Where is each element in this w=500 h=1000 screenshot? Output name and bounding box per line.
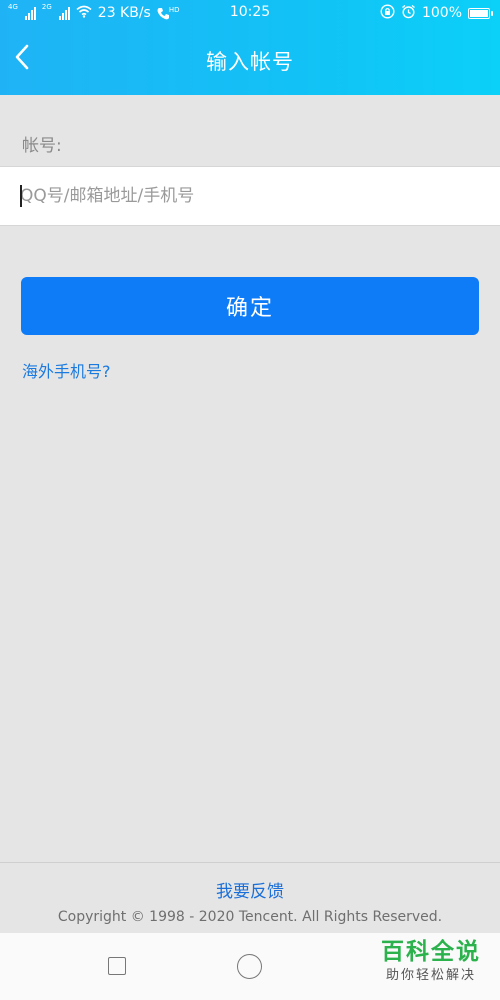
feedback-link[interactable]: 我要反馈 [0,877,500,902]
battery-level-fill [470,9,488,17]
status-right: 100% [380,3,493,23]
account-input[interactable] [20,167,480,225]
watermark-subtitle: 助你轻松解决 [385,968,476,983]
footer-divider [0,862,500,863]
recent-apps-icon[interactable] [108,957,126,975]
home-icon[interactable] [237,954,262,979]
alarm-clock-icon [401,4,416,23]
watermark-title: 百科全说 [381,939,481,965]
overseas-phone-link[interactable]: 海外手机号? [22,358,111,382]
status-bar: 4G 2G 23 KB/s HD 10:25 100% [0,0,500,26]
app-header: 4G 2G 23 KB/s HD 10:25 100% 输入帐号 [0,0,500,95]
account-input-row [0,166,500,226]
battery-percent: 100% [421,5,462,21]
account-label: 帐号: [22,136,62,156]
login-screen: 4G 2G 23 KB/s HD 10:25 100% 输入帐号 帐号: QQ号… [0,0,500,1000]
page-title: 输入帐号 [206,50,294,74]
copyright-text: Copyright © 1998 - 2020 Tencent. All Rig… [57,909,443,925]
navigation-bar: 输入帐号 [0,26,500,95]
rotation-lock-icon [380,3,395,23]
confirm-button[interactable]: 确定 [21,277,479,335]
battery-icon [468,7,493,19]
text-caret [20,185,22,207]
watermark-logo: 百科全说 助你轻松解决 [376,937,486,985]
